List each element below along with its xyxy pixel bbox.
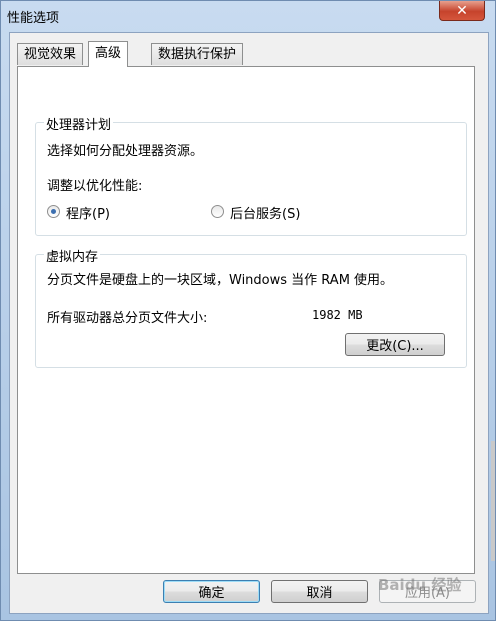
processor-description: 选择如何分配处理器资源。 <box>47 144 204 159</box>
virtual-memory-group: 虚拟内存 分页文件是硬盘上的一块区域，Windows 当作 RAM 使用。 所有… <box>35 246 467 368</box>
dialog-client-area: 视觉效果 高级 数据执行保护 处理器计划 选择如何分配处理器资源。 调整以优化性… <box>9 32 489 614</box>
button-label: 更改(C)... <box>366 339 424 354</box>
button-label: 确定 <box>198 586 225 601</box>
radio-label: 后台服务(S) <box>230 207 301 222</box>
scrollbar-edge <box>491 441 495 561</box>
total-paging-value: 1982 MB <box>312 308 363 322</box>
tab-data-execution-prevention[interactable]: 数据执行保护 <box>151 43 244 65</box>
radio-button-unchecked[interactable] <box>211 205 224 218</box>
processor-scheduling-group: 处理器计划 选择如何分配处理器资源。 调整以优化性能: 程序(P) 后台服务(S… <box>35 114 467 236</box>
radio-button-checked[interactable] <box>47 205 60 218</box>
ok-button[interactable]: 确定 <box>163 580 260 603</box>
total-paging-label: 所有驱动器总分页文件大小: <box>47 311 208 326</box>
tab-label: 视觉效果 <box>24 47 77 62</box>
radio-label: 程序(P) <box>66 207 110 222</box>
tab-label: 高级 <box>95 46 122 61</box>
tab-label: 数据执行保护 <box>158 47 237 62</box>
tab-advanced[interactable]: 高级 <box>88 41 129 67</box>
tab-visual-effects[interactable]: 视觉效果 <box>17 43 84 65</box>
virtual-memory-description: 分页文件是硬盘上的一块区域，Windows 当作 RAM 使用。 <box>47 273 394 288</box>
close-icon: ✕ <box>456 2 468 19</box>
close-button[interactable]: ✕ <box>439 1 485 21</box>
window-title: 性能选项 <box>7 11 60 26</box>
radio-background-services[interactable]: 后台服务(S) <box>211 203 351 222</box>
group-title: 虚拟内存 <box>44 246 101 265</box>
change-virtual-memory-button[interactable]: 更改(C)... <box>345 333 445 356</box>
button-label: 取消 <box>306 586 333 601</box>
watermark-logo: Baidu 经验 <box>378 576 462 594</box>
adjust-label: 调整以优化性能: <box>47 179 143 194</box>
group-title: 处理器计划 <box>44 114 114 133</box>
tab-panel-advanced: 处理器计划 选择如何分配处理器资源。 调整以优化性能: 程序(P) 后台服务(S… <box>17 66 475 574</box>
cancel-button[interactable]: 取消 <box>271 580 368 603</box>
performance-options-window: 性能选项 ✕ 视觉效果 高级 数据执行保护 处理器计划 选择如何分配处理器资源。… <box>0 0 496 621</box>
radio-programs[interactable]: 程序(P) <box>47 203 167 222</box>
